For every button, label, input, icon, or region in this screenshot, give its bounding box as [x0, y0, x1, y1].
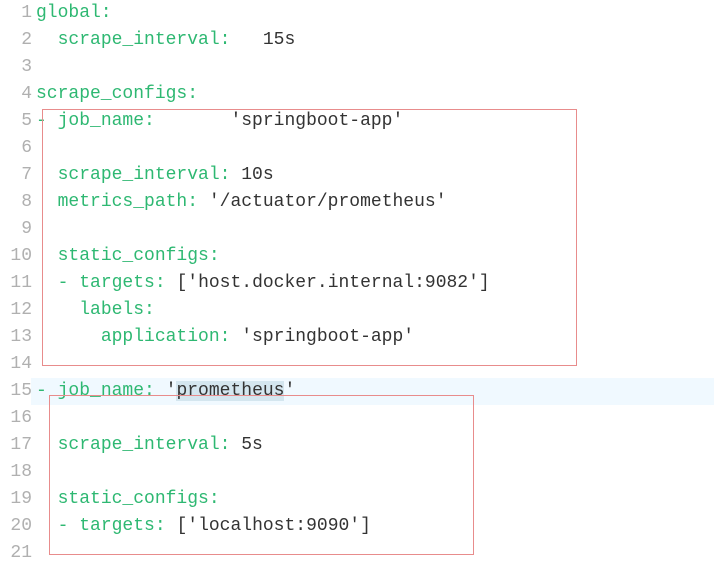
bracket: ] — [360, 516, 371, 536]
yaml-key: scrape_configs: — [36, 84, 198, 104]
code-content: metrics_path: '/actuator/prometheus' — [36, 189, 447, 216]
yaml-key: global: — [36, 3, 112, 23]
code-line: 14 — [0, 351, 714, 378]
yaml-string: 'localhost:9090' — [187, 516, 360, 536]
yaml-dash: - — [36, 381, 58, 401]
line-number: 10 — [0, 243, 36, 270]
yaml-key: job_name: — [58, 111, 155, 131]
quote: ' — [166, 381, 177, 401]
code-line: 1 global: — [0, 0, 714, 27]
yaml-key: application: — [101, 327, 231, 347]
code-line: 8 metrics_path: '/actuator/prometheus' — [0, 189, 714, 216]
code-content: scrape_interval: 15s — [36, 27, 295, 54]
yaml-string: 'springboot-app' — [230, 111, 403, 131]
code-line: 3 — [0, 54, 714, 81]
line-number: 19 — [0, 486, 36, 513]
yaml-key: job_name: — [58, 381, 155, 401]
line-number: 15 — [0, 378, 36, 405]
yaml-key: targets: — [79, 516, 165, 536]
code-content: static_configs: — [36, 243, 220, 270]
code-line: 17 scrape_interval: 5s — [0, 432, 714, 459]
yaml-key: targets: — [79, 273, 165, 293]
yaml-string: 'springboot-app' — [241, 327, 414, 347]
line-number: 7 — [0, 162, 36, 189]
code-line: 5 - job_name: 'springboot-app' — [0, 108, 714, 135]
code-line: 4 scrape_configs: — [0, 81, 714, 108]
code-line: 9 — [0, 216, 714, 243]
code-line: 19 static_configs: — [0, 486, 714, 513]
code-content: scrape_interval: 5s — [36, 432, 263, 459]
code-content: scrape_configs: — [36, 81, 198, 108]
line-number: 20 — [0, 513, 36, 540]
line-number: 16 — [0, 405, 36, 432]
line-number: 11 — [0, 270, 36, 297]
yaml-dash: - — [58, 516, 80, 536]
code-content: global: — [36, 0, 112, 27]
code-line: 6 — [0, 135, 714, 162]
line-number: 5 — [0, 108, 36, 135]
yaml-key: scrape_interval: — [58, 435, 231, 455]
yaml-key: static_configs: — [58, 489, 220, 509]
line-number: 17 — [0, 432, 36, 459]
yaml-key: scrape_interval: — [58, 30, 231, 50]
code-editor[interactable]: 1 global: 2 scrape_interval: 15s 3 4 scr… — [0, 0, 714, 567]
code-line: 21 — [0, 540, 714, 567]
line-number: 1 — [0, 0, 36, 27]
line-number: 14 — [0, 351, 36, 378]
line-number: 2 — [0, 27, 36, 54]
code-line: 18 — [0, 459, 714, 486]
line-number: 6 — [0, 135, 36, 162]
code-content: application: 'springboot-app' — [36, 324, 414, 351]
yaml-value: 15s — [263, 30, 295, 50]
code-content: - job_name: 'springboot-app' — [36, 108, 403, 135]
code-content: scrape_interval: 10s — [36, 162, 274, 189]
line-number: 8 — [0, 189, 36, 216]
code-content: - targets: ['host.docker.internal:9082'] — [36, 270, 490, 297]
code-content: - targets: ['localhost:9090'] — [36, 513, 371, 540]
code-line: 16 — [0, 405, 714, 432]
line-number: 3 — [0, 54, 36, 81]
line-number: 18 — [0, 459, 36, 486]
yaml-dash: - — [36, 111, 58, 131]
code-line: 13 application: 'springboot-app' — [0, 324, 714, 351]
yaml-key: labels: — [79, 300, 155, 320]
code-content: - job_name: 'prometheus' — [36, 378, 295, 405]
yaml-key: static_configs: — [58, 246, 220, 266]
code-line: 10 static_configs: — [0, 243, 714, 270]
yaml-key: scrape_interval: — [58, 165, 231, 185]
yaml-string: '/actuator/prometheus' — [209, 192, 447, 212]
code-line: 2 scrape_interval: 15s — [0, 27, 714, 54]
code-content: labels: — [36, 297, 155, 324]
bracket: [ — [176, 273, 187, 293]
line-number: 4 — [0, 81, 36, 108]
code-content: static_configs: — [36, 486, 220, 513]
yaml-key: metrics_path: — [58, 192, 198, 212]
line-number: 13 — [0, 324, 36, 351]
line-number: 9 — [0, 216, 36, 243]
bracket: [ — [176, 516, 187, 536]
line-number: 21 — [0, 540, 36, 567]
yaml-value: 5s — [241, 435, 263, 455]
bracket: ] — [479, 273, 490, 293]
quote: ' — [284, 381, 295, 401]
code-line: 12 labels: — [0, 297, 714, 324]
selected-text: prometheus — [176, 381, 284, 401]
code-line: 11 - targets: ['host.docker.internal:908… — [0, 270, 714, 297]
line-number: 12 — [0, 297, 36, 324]
code-line: 20 - targets: ['localhost:9090'] — [0, 513, 714, 540]
code-line: 15 - job_name: 'prometheus' — [0, 378, 714, 405]
code-line: 7 scrape_interval: 10s — [0, 162, 714, 189]
yaml-string: 'host.docker.internal:9082' — [187, 273, 479, 293]
yaml-dash: - — [58, 273, 80, 293]
yaml-value: 10s — [241, 165, 273, 185]
